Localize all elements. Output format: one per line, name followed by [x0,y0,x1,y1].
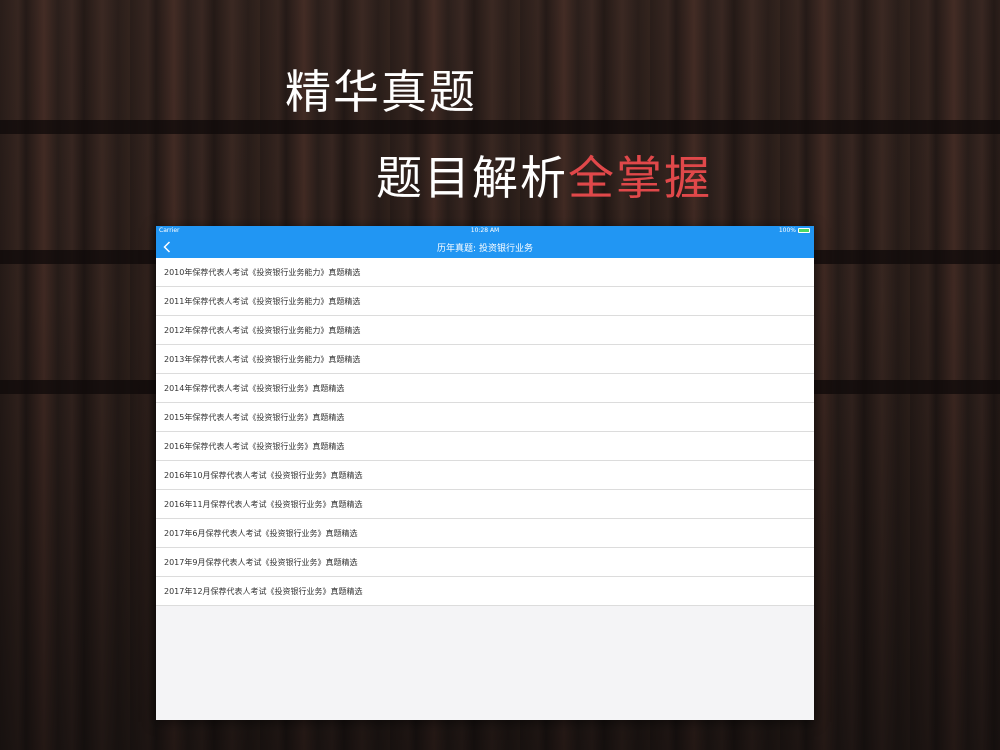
list-item[interactable]: 2017年12月保荐代表人考试《投资银行业务》真题精选 [156,577,814,606]
nav-title: 历年真题: 投资银行业务 [437,244,533,254]
list-item[interactable]: 2016年保荐代表人考试《投资银行业务》真题精选 [156,432,814,461]
status-time: 10:28 AM [470,227,500,234]
headline-line-2-accent: 全掌握 [568,151,712,205]
list-item[interactable]: 2011年保荐代表人考试《投资银行业务能力》真题精选 [156,287,814,316]
exam-list: 2010年保荐代表人考试《投资银行业务能力》真题精选 2011年保荐代表人考试《投… [156,258,814,606]
headline-line-2-main: 题目解析 [376,151,568,205]
navigation-bar: 历年真题: 投资银行业务 [156,236,814,258]
list-item[interactable]: 2016年10月保荐代表人考试《投资银行业务》真题精选 [156,461,814,490]
list-item[interactable]: 2017年6月保荐代表人考试《投资银行业务》真题精选 [156,519,814,548]
list-item[interactable]: 2010年保荐代表人考试《投资银行业务能力》真题精选 [156,258,814,287]
list-item[interactable]: 2014年保荐代表人考试《投资银行业务》真题精选 [156,374,814,403]
list-item[interactable]: 2012年保荐代表人考试《投资银行业务能力》真题精选 [156,316,814,345]
list-item[interactable]: 2017年9月保荐代表人考试《投资银行业务》真题精选 [156,548,814,577]
battery-icon [798,228,810,233]
list-item[interactable]: 2016年11月保荐代表人考试《投资银行业务》真题精选 [156,490,814,519]
list-item[interactable]: 2013年保荐代表人考试《投资银行业务能力》真题精选 [156,345,814,374]
list-item[interactable]: 2015年保荐代表人考试《投资银行业务》真题精选 [156,403,814,432]
headline-line-2: 题目解析全掌握 [376,142,712,208]
battery-percent: 100% [778,227,796,234]
battery-status: 100% [779,227,810,234]
status-bar: Carrier 10:28 AM 100% [156,226,814,236]
device-screen: Carrier 10:28 AM 100% 历年真题: 投资银行业务 2010年… [156,226,814,720]
headline-line-1: 精华真题 [285,65,477,119]
shelf-divider [0,120,1000,134]
